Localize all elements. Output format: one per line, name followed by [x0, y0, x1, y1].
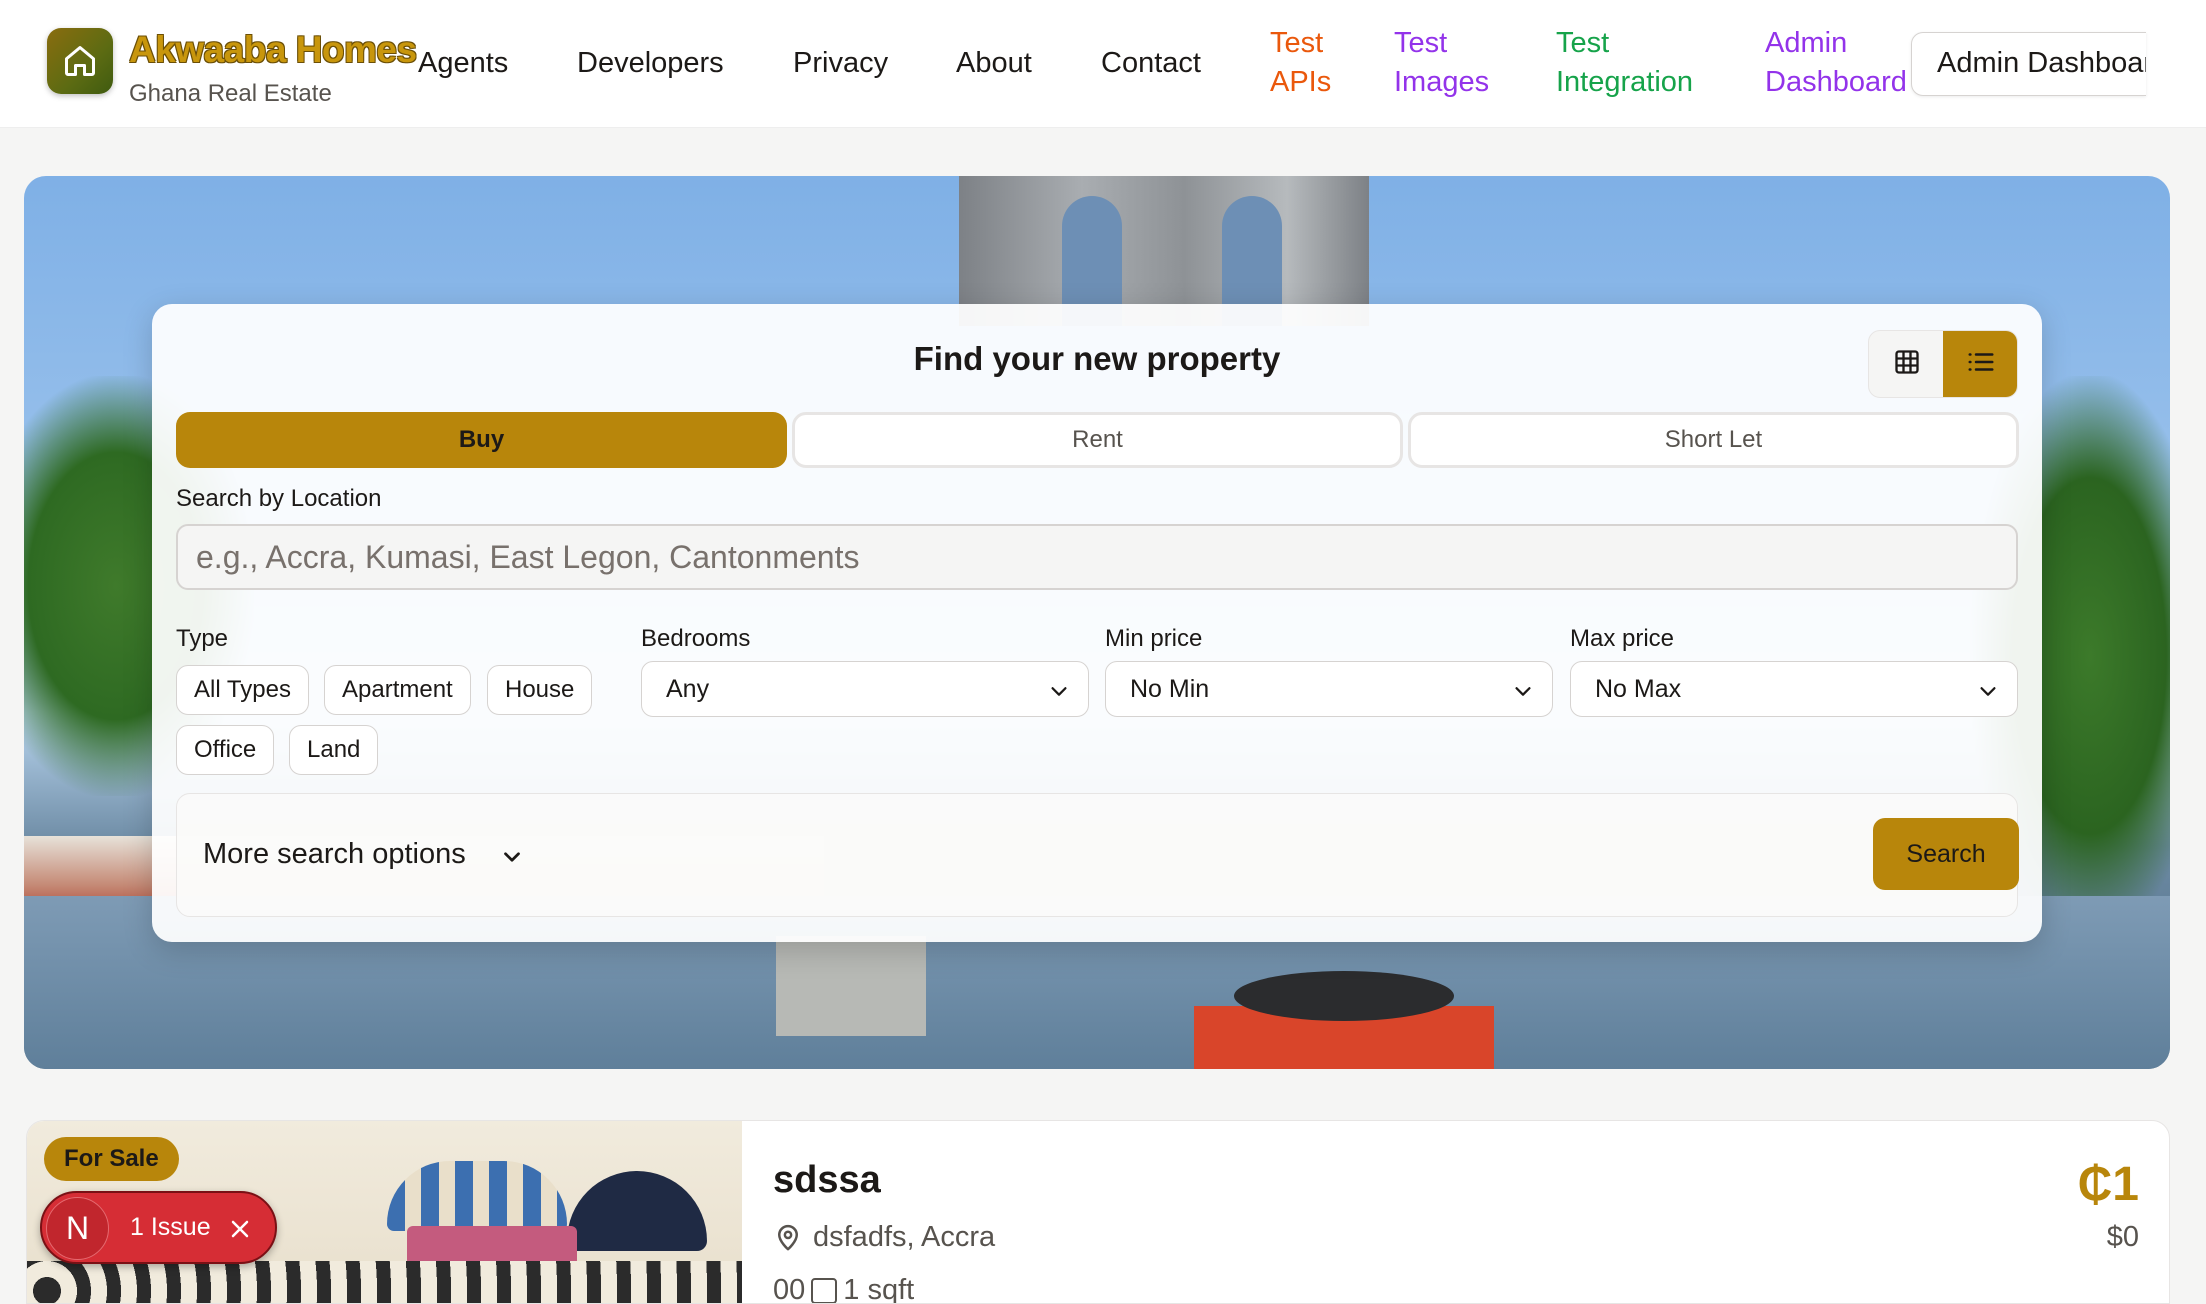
- chevron-down-icon: [1980, 687, 1996, 696]
- nav-privacy[interactable]: Privacy: [793, 47, 888, 80]
- image-umbrella-right: [567, 1171, 707, 1251]
- nav-agents[interactable]: Agents: [418, 47, 508, 80]
- tab-rent[interactable]: Rent: [792, 412, 1403, 468]
- grid-icon: [1893, 348, 1921, 381]
- type-label: Type: [176, 625, 229, 652]
- type-chip-all-types[interactable]: All Types: [176, 665, 309, 715]
- chevron-down-icon: [1515, 687, 1531, 696]
- more-search-options-toggle[interactable]: More search options: [203, 838, 466, 871]
- nav-test-apis[interactable]: Test APIs: [1270, 24, 1380, 102]
- nav-test-images[interactable]: Test Images: [1394, 24, 1524, 102]
- hero-statue: [1234, 971, 1454, 1021]
- bedrooms-label: Bedrooms: [641, 625, 751, 652]
- listing-location-text: dsfadfs, Accra: [813, 1221, 996, 1253]
- image-crowd: [27, 1261, 742, 1303]
- house-icon[interactable]: [47, 28, 113, 94]
- list-view-button[interactable]: [1943, 331, 2017, 397]
- tab-buy[interactable]: Buy: [176, 412, 787, 468]
- for-sale-badge: For Sale: [44, 1137, 179, 1181]
- brand-subtitle: Ghana Real Estate: [129, 80, 332, 107]
- listing-meta: 00 1 sqft: [773, 1274, 915, 1304]
- location-label: Search by Location: [176, 485, 382, 512]
- more-options-panel: More search options Search: [176, 793, 2019, 917]
- nextjs-logo-icon[interactable]: N: [46, 1197, 109, 1260]
- type-chip-office[interactable]: Office: [176, 725, 275, 775]
- search-card: Find your new property Buy Rent Short Le…: [152, 304, 2042, 942]
- view-toggle: [1868, 330, 2018, 398]
- admin-dashboard-button[interactable]: Admin Dashboard: [1911, 32, 2146, 96]
- bedrooms-select[interactable]: Any: [641, 661, 1089, 717]
- bedrooms-value: Any: [666, 674, 710, 703]
- image-cloth: [407, 1226, 577, 1266]
- chevron-down-icon: [1051, 687, 1067, 696]
- nav-test-integration[interactable]: Test Integration: [1556, 24, 1716, 102]
- brand-name[interactable]: Akwaaba Homes: [129, 28, 429, 72]
- listing-title[interactable]: sdssa: [773, 1159, 881, 1202]
- search-button[interactable]: Search: [1873, 818, 2019, 890]
- max-price-value: No Max: [1595, 674, 1682, 703]
- location-search-input[interactable]: [176, 524, 2018, 590]
- brand-text: Akwaaba Homes Ghana Real Estate: [129, 28, 429, 108]
- min-price-value: No Min: [1130, 674, 1210, 703]
- brand[interactable]: Akwaaba Homes Ghana Real Estate: [47, 28, 417, 107]
- area-icon: [811, 1277, 838, 1303]
- search-title: Find your new property: [913, 340, 1281, 377]
- nav-about[interactable]: About: [956, 47, 1032, 80]
- grid-view-button[interactable]: [1869, 331, 1944, 397]
- site-header: Akwaaba Homes Ghana Real Estate Agents D…: [0, 0, 2206, 128]
- image-umbrella-left: [387, 1161, 567, 1231]
- listing-location: dsfadfs, Accra: [773, 1221, 995, 1254]
- listing-card[interactable]: For Sale sdssa dsfadfs, Accra 00 1 sqft …: [26, 1120, 2170, 1304]
- type-chip-land[interactable]: Land: [289, 725, 379, 775]
- listing-price: ₵1: [2077, 1158, 2139, 1211]
- type-chip-apartment[interactable]: Apartment: [324, 665, 471, 715]
- max-price-select[interactable]: No Max: [1570, 661, 2018, 717]
- nav-developers[interactable]: Developers: [577, 47, 724, 80]
- max-price-label: Max price: [1570, 625, 1675, 652]
- list-icon: [1966, 347, 1996, 382]
- map-pin-icon: [778, 1224, 798, 1250]
- listing-area: 1 sqft: [843, 1274, 915, 1304]
- issue-count[interactable]: 1 Issue: [130, 1213, 211, 1242]
- tab-short-let[interactable]: Short Let: [1408, 412, 2019, 468]
- nav-contact[interactable]: Contact: [1101, 47, 1201, 80]
- chevron-down-icon[interactable]: [499, 844, 525, 870]
- listing-price-usd: $0: [2106, 1221, 2139, 1253]
- listing-bed-bath: 00: [773, 1274, 806, 1304]
- hero-column: [776, 936, 926, 1036]
- min-price-label: Min price: [1105, 625, 1203, 652]
- close-icon[interactable]: [228, 1217, 252, 1241]
- nav-admin-dashboard-link[interactable]: Admin Dashboard: [1765, 24, 1915, 102]
- type-chip-house[interactable]: House: [487, 665, 593, 715]
- min-price-select[interactable]: No Min: [1105, 661, 1553, 717]
- nextjs-issues-badge[interactable]: N 1 Issue: [40, 1191, 277, 1264]
